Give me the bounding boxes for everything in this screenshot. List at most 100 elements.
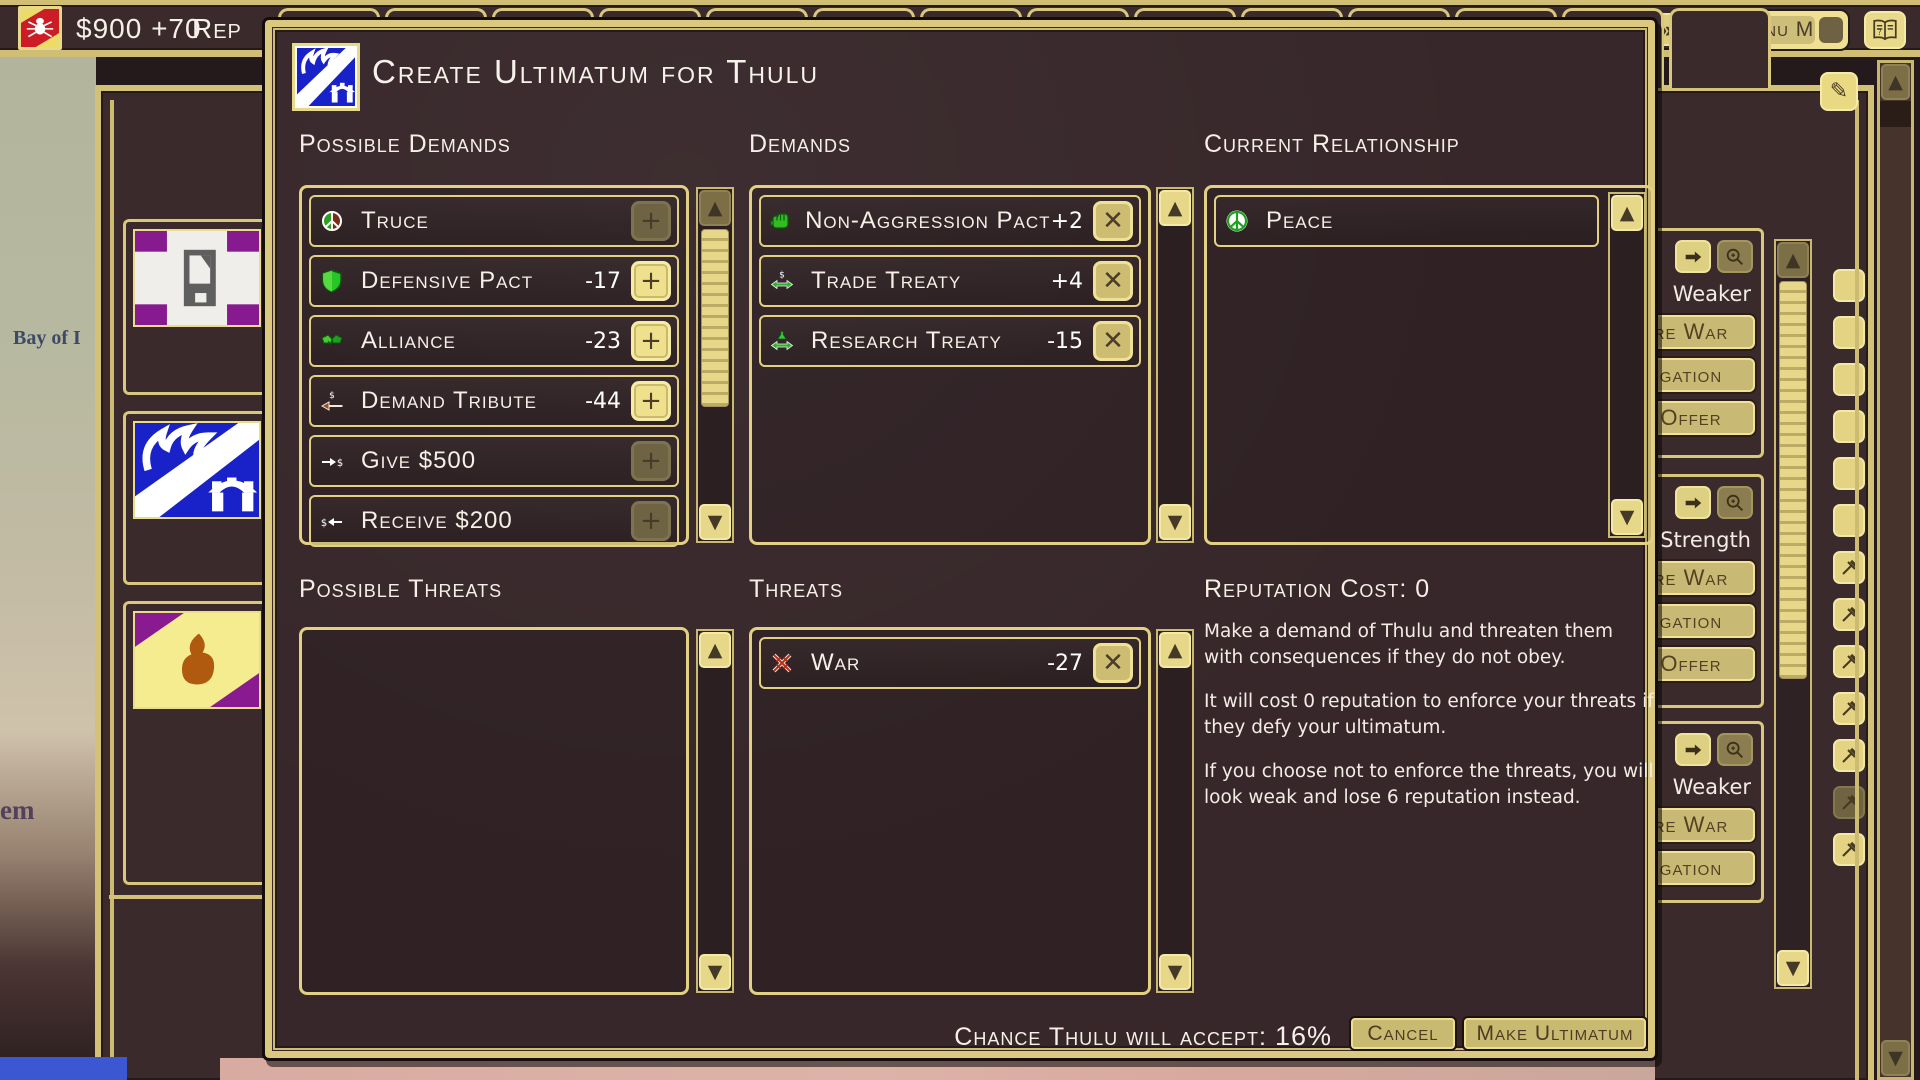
add-demand-button[interactable]: +	[631, 261, 671, 301]
pin-button[interactable]	[1833, 645, 1865, 678]
remove-button[interactable]: ✕	[1093, 643, 1133, 683]
scroll-down-button[interactable]	[699, 504, 731, 540]
threats-scrollbar[interactable]	[1156, 629, 1194, 993]
nation-panel[interactable]	[123, 411, 271, 585]
demands-scrollbar[interactable]	[1156, 187, 1194, 543]
add-demand-button[interactable]: +	[631, 381, 671, 421]
scroll-down-button[interactable]	[1881, 1040, 1910, 1076]
trade-treaty-icon: $	[767, 269, 797, 293]
inspect-nation-button[interactable]	[1717, 240, 1753, 273]
relationship-scrollbar[interactable]	[1608, 192, 1646, 538]
threat-row[interactable]: War -27 ✕	[759, 637, 1141, 689]
nation-panel[interactable]	[123, 601, 271, 885]
scroll-up-button[interactable]	[699, 632, 731, 668]
thulu-flag-icon	[292, 43, 360, 111]
demand-row[interactable]: $ Give $500 +	[309, 435, 679, 487]
goto-nation-button[interactable]	[1675, 486, 1711, 519]
pin-icon	[1839, 746, 1859, 766]
make-ultimatum-button[interactable]: Make Ultimatum	[1464, 1018, 1646, 1049]
scrollbar-thumb[interactable]	[1779, 281, 1807, 679]
possible-threats-scrollbar[interactable]	[696, 629, 734, 993]
nation-panel[interactable]	[123, 219, 271, 395]
demand-row[interactable]: Research Treaty -15 ✕	[759, 315, 1141, 367]
create-ultimatum-dialog: Create Ultimatum for Thulu Possible Dema…	[265, 20, 1655, 1058]
demand-row[interactable]: Non-Aggression Pact +2 ✕	[759, 195, 1141, 247]
manual-button[interactable]: ?	[1864, 11, 1906, 49]
receive-money-icon: $	[317, 509, 347, 533]
pin-button[interactable]	[1833, 692, 1865, 725]
pin-button[interactable]	[1833, 598, 1865, 631]
accept-chance-label: Chance Thulu will accept:	[954, 1023, 1267, 1051]
reputation-paragraph: Make a demand of Thulu and threaten them…	[1204, 619, 1656, 671]
tool-button[interactable]	[1833, 316, 1865, 349]
demand-row[interactable]: $ Trade Treaty +4 ✕	[759, 255, 1141, 307]
current-relationship-header: Current Relationship	[1204, 130, 1460, 159]
demand-row[interactable]: $ Receive $200 +	[309, 495, 679, 547]
player-flag-icon[interactable]	[18, 6, 62, 50]
scrollbar-thumb[interactable]	[701, 229, 729, 407]
goto-nation-button[interactable]	[1675, 733, 1711, 766]
edit-button[interactable]	[1820, 72, 1858, 111]
reputation-paragraph: If you choose not to enforce the threats…	[1204, 759, 1656, 811]
inspect-nation-button[interactable]	[1717, 486, 1753, 519]
svg-text:?: ?	[1877, 28, 1881, 37]
nation-flag-purple-white[interactable]	[133, 229, 261, 327]
inspect-nation-button[interactable]	[1717, 733, 1753, 766]
scroll-up-button[interactable]	[1159, 190, 1191, 226]
goto-nation-button[interactable]	[1675, 240, 1711, 273]
add-demand-button[interactable]: +	[631, 321, 671, 361]
peace-icon	[1222, 209, 1252, 233]
nation-flag-thulu[interactable]	[133, 421, 261, 519]
scroll-down-button[interactable]	[1159, 954, 1191, 990]
map-label-bay: Bay of I	[13, 327, 81, 350]
add-demand-button[interactable]: +	[631, 201, 671, 241]
scroll-down-button[interactable]	[1611, 499, 1643, 535]
tool-button[interactable]	[1833, 410, 1865, 443]
diplomacy-scrollbar[interactable]	[1774, 239, 1812, 989]
svg-text:$: $	[321, 518, 327, 529]
scroll-up-button[interactable]	[1881, 64, 1910, 100]
pin-icon	[1839, 605, 1859, 625]
demand-row[interactable]: Truce +	[309, 195, 679, 247]
threats-list: War -27 ✕	[749, 627, 1151, 995]
demand-row[interactable]: Defensive Pact -17 +	[309, 255, 679, 307]
remove-button[interactable]: ✕	[1093, 321, 1133, 361]
cancel-button[interactable]: Cancel	[1351, 1018, 1455, 1049]
tool-button[interactable]	[1833, 363, 1865, 396]
map-scrollbar[interactable]	[1877, 60, 1914, 1080]
non-aggression-pact-icon	[767, 209, 791, 233]
pin-icon	[1839, 558, 1859, 578]
pin-button[interactable]	[1833, 551, 1865, 584]
tool-button[interactable]	[1833, 269, 1865, 302]
nation-flag-yellow-purple[interactable]	[133, 611, 261, 709]
magnifier-icon	[1724, 739, 1746, 761]
relationship-row[interactable]: Peace	[1214, 195, 1599, 247]
remove-button[interactable]: ✕	[1093, 201, 1133, 241]
svg-text:$: $	[337, 458, 343, 469]
arrow-right-icon	[1682, 739, 1704, 761]
pin-button[interactable]	[1833, 833, 1865, 866]
svg-text:$: $	[329, 391, 335, 401]
window-tab[interactable]	[1669, 8, 1771, 88]
scroll-up-button[interactable]	[699, 190, 731, 226]
possible-demands-scrollbar[interactable]	[696, 187, 734, 543]
demand-row[interactable]: Alliance -23 +	[309, 315, 679, 367]
window-divider	[109, 895, 273, 899]
world-map[interactable]: Bay of I em	[0, 55, 96, 1080]
pin-button[interactable]	[1833, 786, 1865, 819]
demand-row[interactable]: $ Demand Tribute -44 +	[309, 375, 679, 427]
scroll-up-button[interactable]	[1611, 195, 1643, 231]
arrow-right-icon	[1682, 492, 1704, 514]
add-demand-button[interactable]: +	[631, 441, 671, 481]
scroll-up-button[interactable]	[1159, 632, 1191, 668]
tool-button[interactable]	[1833, 504, 1865, 537]
scroll-down-button[interactable]	[1777, 950, 1809, 986]
add-demand-button[interactable]: +	[631, 501, 671, 541]
pin-button[interactable]	[1833, 739, 1865, 772]
tool-button[interactable]	[1833, 457, 1865, 490]
scroll-down-button[interactable]	[699, 954, 731, 990]
magnifier-icon	[1724, 246, 1746, 268]
scroll-down-button[interactable]	[1159, 504, 1191, 540]
scroll-up-button[interactable]	[1777, 242, 1809, 278]
remove-button[interactable]: ✕	[1093, 261, 1133, 301]
